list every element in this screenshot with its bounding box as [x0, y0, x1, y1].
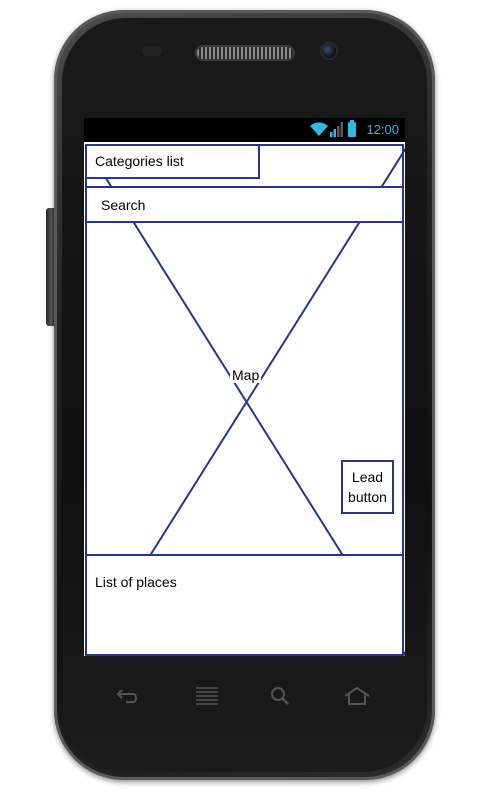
home-icon[interactable] — [343, 686, 371, 706]
status-bar: 12:00 — [84, 118, 405, 142]
volume-side-button — [46, 208, 54, 326]
status-time: 12:00 — [366, 122, 399, 137]
map-label: Map — [230, 367, 262, 383]
back-icon[interactable] — [116, 686, 142, 704]
battery-icon — [348, 120, 356, 137]
menu-icon[interactable] — [195, 686, 219, 708]
signal-icon — [330, 122, 343, 137]
proximity-sensor — [142, 46, 162, 56]
lead-button[interactable]: Lead button — [341, 460, 394, 514]
hardware-nav-keys — [84, 682, 405, 712]
lead-button-label-line1: Lead — [351, 469, 384, 485]
lead-button-label-line2: button — [348, 489, 387, 505]
front-camera — [322, 44, 336, 58]
earpiece-speaker — [197, 47, 293, 59]
search-icon[interactable] — [270, 686, 290, 706]
phone-screen: 12:00 Categories list Search Map Lead bu… — [84, 118, 405, 656]
categories-list[interactable]: Categories list — [85, 144, 260, 179]
search-field[interactable]: Search — [85, 186, 404, 223]
wifi-icon — [310, 122, 328, 136]
places-list[interactable]: List of places — [85, 554, 404, 656]
